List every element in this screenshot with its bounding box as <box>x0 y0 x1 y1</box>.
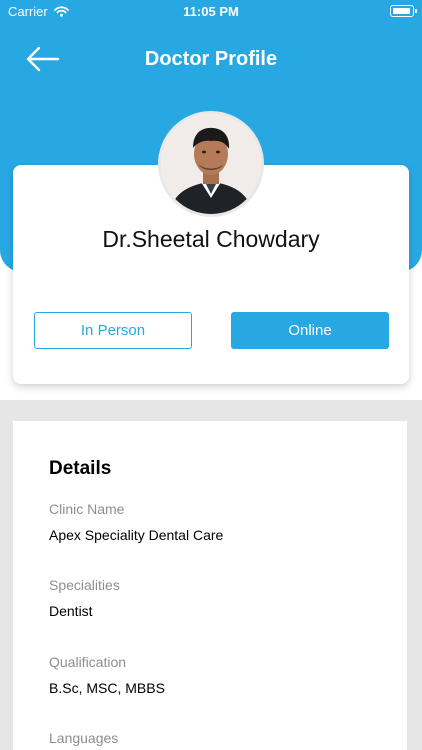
doctor-photo <box>161 114 261 214</box>
details-panel: Details Clinic Name Apex Speciality Dent… <box>13 421 407 750</box>
status-bar: Carrier 11:05 PM <box>0 0 422 24</box>
doctor-avatar <box>158 111 264 217</box>
specialities-value: Dentist <box>49 603 93 619</box>
online-button[interactable]: Online <box>231 312 389 349</box>
clinic-name-value: Apex Speciality Dental Care <box>49 527 224 543</box>
page-title: Doctor Profile <box>144 48 278 70</box>
battery-icon <box>390 5 417 17</box>
specialities-label: Specialities <box>49 577 120 593</box>
doctor-name: Dr.Sheetal Chowdary <box>102 226 320 252</box>
languages-label: Languages <box>49 730 119 746</box>
qualification-label: Qualification <box>49 654 127 670</box>
in-person-button[interactable]: In Person <box>34 312 192 349</box>
clinic-name-label: Clinic Name <box>49 501 125 517</box>
status-time: 11:05 PM <box>183 4 239 19</box>
details-heading: Details <box>49 458 112 479</box>
qualification-value: B.Sc, MSC, MBBS <box>49 680 165 696</box>
